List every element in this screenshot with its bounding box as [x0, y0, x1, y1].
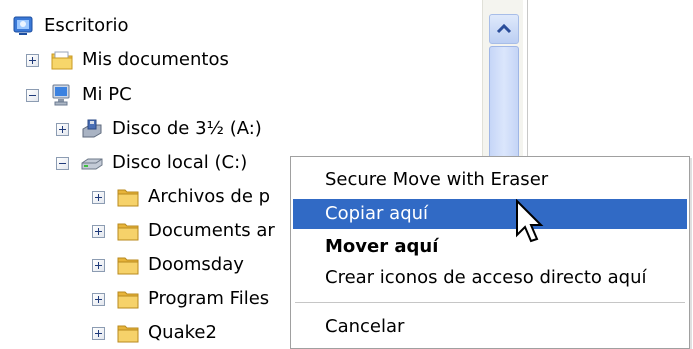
expand-icon[interactable]: [92, 327, 105, 340]
tree-item-floppy-drive[interactable]: Disco de 3½ (A:): [0, 114, 300, 144]
desktop-icon: [13, 16, 33, 35]
folder-icon: [51, 51, 73, 70]
tree-item-label: Disco local (C:): [112, 152, 248, 173]
tree-item-label: Documents ar: [148, 220, 275, 241]
context-menu: Secure Move with Eraser Copiar aquí Move…: [290, 156, 690, 349]
tree-item-label: Escritorio: [44, 15, 129, 36]
menu-item-copiar-aqui[interactable]: Copiar aquí: [293, 199, 687, 229]
tree-item-label: Program Files: [148, 288, 270, 309]
mouse-cursor-icon: [516, 199, 544, 243]
menu-item-crear-acceso-directo[interactable]: Crear iconos de acceso directo aquí: [293, 263, 687, 293]
tree-item-quake2[interactable]: Quake2: [0, 318, 300, 348]
tree-item-label: Doomsday: [148, 254, 244, 275]
scroll-up-button[interactable]: [489, 14, 519, 44]
tree-item-archivos-de-programa[interactable]: Archivos de p: [0, 182, 300, 212]
folder-icon: [117, 325, 139, 343]
folder-icon: [117, 189, 139, 207]
tree-item-label: Quake2: [148, 322, 217, 343]
folder-icon: [117, 257, 139, 275]
floppy-drive-icon: [82, 119, 102, 138]
collapse-icon[interactable]: [26, 89, 39, 102]
tree-item-program-files[interactable]: Program Files: [0, 284, 300, 314]
tree-item-label: Mi PC: [82, 84, 132, 105]
tree-item-local-disk[interactable]: Disco local (C:): [0, 148, 300, 178]
pane-divider: [527, 0, 528, 160]
collapse-icon[interactable]: [56, 157, 69, 170]
tree-item-label: Disco de 3½ (A:): [112, 118, 262, 139]
tree-item-label: Archivos de p: [148, 186, 271, 207]
tree-item-label: Mis documentos: [82, 49, 229, 70]
scroll-up-arrow-icon: [496, 23, 512, 34]
hard-drive-icon: [81, 158, 103, 170]
expand-icon[interactable]: [92, 259, 105, 272]
tree-item-escritorio[interactable]: Escritorio: [0, 11, 300, 41]
computer-icon: [52, 84, 70, 106]
folder-icon: [117, 291, 139, 309]
folder-icon: [117, 223, 139, 241]
expand-icon[interactable]: [56, 123, 69, 136]
menu-item-cancelar[interactable]: Cancelar: [293, 312, 687, 342]
tree-item-documents-and-settings[interactable]: Documents ar: [0, 216, 300, 246]
tree-item-doomsday[interactable]: Doomsday: [0, 250, 300, 280]
menu-item-mover-aqui[interactable]: Mover aquí: [293, 232, 687, 262]
tree-item-mi-pc[interactable]: Mi PC: [0, 80, 300, 110]
tree-item-mis-documentos[interactable]: Mis documentos: [0, 45, 300, 75]
menu-separator: [295, 302, 685, 303]
expand-icon[interactable]: [92, 225, 105, 238]
menu-item-secure-move[interactable]: Secure Move with Eraser: [293, 165, 687, 195]
expand-icon[interactable]: [92, 293, 105, 306]
expand-icon[interactable]: [26, 54, 39, 67]
expand-icon[interactable]: [92, 191, 105, 204]
